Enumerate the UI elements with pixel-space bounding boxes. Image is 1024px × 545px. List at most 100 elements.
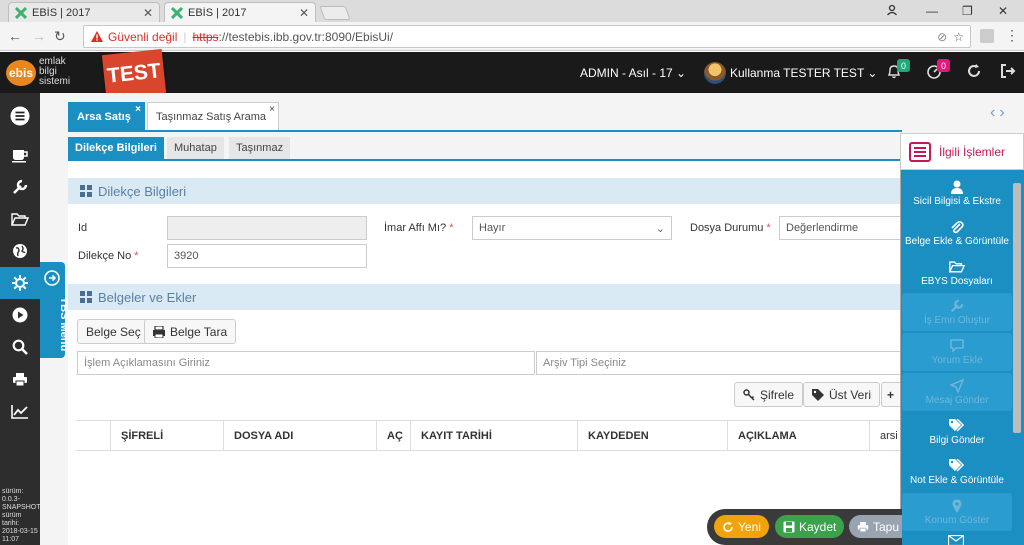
ebis-logo[interactable]: ebis [6,60,36,86]
column-header[interactable]: AÇ [376,420,410,451]
menu-icon[interactable] [0,100,40,132]
imar-affi-select[interactable]: Hayır ⌄ [472,216,672,240]
column-header[interactable]: KAYIT TARİHİ [410,420,577,451]
tab-tasinmaz-satis-arama[interactable]: Taşınmaz Satış Arama × [147,102,279,130]
belge-tara-button[interactable]: Belge Tara [144,319,237,344]
close-icon[interactable]: × [135,104,141,115]
sifrele-button[interactable]: Şifrele [734,382,804,407]
section-title: Dilekçe Bilgileri [98,183,187,199]
tags-icon [949,418,965,433]
panel-scrollbar[interactable] [1013,183,1021,433]
chart-icon[interactable] [0,395,40,427]
column-header[interactable]: arsi [869,420,902,451]
close-icon[interactable]: ✕ [143,6,153,20]
chevron-left-icon[interactable]: ‹ [990,104,999,121]
dosya-durumu-select[interactable]: Değerlendirme [779,216,902,240]
dilekce-no-field[interactable]: 3920 [167,244,367,268]
chevron-down-icon: ⌄ [655,222,665,235]
refresh-icon [722,521,738,533]
notification-badge: 0 [897,59,910,72]
profile-icon[interactable] [886,4,898,16]
related-actions-title: İlgili İşlemler [939,144,1006,159]
coffee-icon[interactable] [0,139,40,171]
menu-icon[interactable] [909,141,931,162]
search-icon[interactable] [0,331,40,363]
action-mesaj-gonder[interactable]: Mesaj Gönder [902,373,1012,411]
tab-scroll-arrows[interactable]: ‹› [990,104,1009,122]
blocked-icon[interactable]: ⊘ [937,30,947,44]
extension-icon[interactable] [980,29,994,43]
column-header[interactable]: KAYDEDEN [577,420,727,451]
related-actions-header[interactable]: İlgili İşlemler [900,133,1024,170]
globe-icon[interactable] [0,235,40,267]
column-header[interactable]: ŞİFRELİ [110,420,223,451]
action-sicil-bilgisi[interactable]: Sicil Bilgisi & Ekstre [902,174,1012,212]
comment-icon [950,338,964,353]
role-dropdown[interactable]: ADMIN - Asıl - 17 ⌄ [580,66,686,80]
belge-sec-button[interactable]: Belge Seç [77,319,150,344]
action-bilgi-gonder[interactable]: Bilgi Gönder [902,413,1012,451]
map-marker-icon [952,498,962,513]
tab-dilekce-bilgileri[interactable]: Dilekçe Bilgileri [68,137,164,159]
key-icon [743,388,760,401]
kaydet-button[interactable]: Kaydet [775,515,845,538]
action-yorum-ekle[interactable]: Yorum Ekle [902,333,1012,371]
browser-tab-title: EBİS | 2017 [188,6,247,19]
action-ebys-dosyalari[interactable]: EBYS Dosyaları [902,254,1012,292]
kebab-menu-icon[interactable]: ⋮ [1005,27,1019,44]
tapu-button[interactable]: Tapu [849,515,902,538]
browser-tab[interactable]: EBİS | 2017 ✕ [8,2,160,22]
arsiv-tipi-select[interactable]: Arşiv Tipi Seçiniz [536,351,902,375]
action-not-ekle[interactable]: Not Ekle & Görüntüle [902,453,1012,491]
url-scheme: https [192,29,219,44]
forward-icon[interactable]: → [32,28,46,44]
send-icon [950,378,964,393]
section-header-dilekce: Dilekçe Bilgileri [68,178,902,204]
star-icon[interactable]: ☆ [953,30,964,44]
islem-aciklama-input[interactable]: İşlem Açıklamasını Giriniz [77,351,535,375]
action-belge-ekle[interactable]: Belge Ekle & Görüntüle [902,214,1012,252]
tab-muhatap[interactable]: Muhatap [167,137,224,159]
id-label: Id [78,222,88,234]
wrench-icon[interactable] [0,171,40,203]
save-icon [783,521,799,533]
play-icon[interactable] [0,299,40,331]
action-is-emri-olustur[interactable]: İş Emri Oluştur [902,293,1012,331]
dosya-durumu-label: Dosya Durumu * [690,222,771,234]
column-header[interactable]: DOSYA ADI [223,420,376,451]
folder-open-icon[interactable] [0,203,40,235]
yeni-button[interactable]: Yeni [714,515,769,538]
add-button[interactable]: + [881,382,902,407]
action-konum-goster[interactable]: Konum Göster [902,493,1012,531]
logout-icon[interactable] [1000,63,1016,79]
imar-affi-label: İmar Affı Mı? * [384,222,454,234]
restore-icon[interactable]: ❐ [962,4,973,18]
envelope-icon[interactable] [948,535,964,545]
url-field[interactable]: Güvenli değil | https ://testebis.ibb.go… [83,25,971,48]
window-close-icon[interactable]: ✕ [998,4,1008,18]
tag-icon [812,388,829,401]
gear-icon[interactable] [0,267,40,299]
close-icon[interactable]: ✕ [299,6,309,20]
browser-tab-active[interactable]: EBİS | 2017 ✕ [164,2,316,22]
back-icon[interactable]: ← [8,28,22,44]
ebis-favicon-icon [171,6,183,19]
reload-icon[interactable]: ↻ [54,28,66,45]
user-dropdown[interactable]: Kullanma TESTER TEST ⌄ [730,66,877,80]
tab-tasinmaz[interactable]: Taşınmaz [229,137,291,159]
print-icon[interactable] [0,363,40,395]
user-icon [951,180,963,194]
id-field[interactable] [167,216,367,240]
tab-arsa-satis[interactable]: Arsa Satış × [68,102,145,130]
minimize-icon[interactable]: — [926,4,938,18]
new-tab-button[interactable] [319,6,351,20]
avatar[interactable] [704,62,726,84]
timer-badge: 0 [937,59,950,72]
column-header[interactable]: AÇIKLAMA [727,420,869,451]
chevron-right-icon[interactable]: › [999,104,1008,121]
paperclip-icon [950,220,964,234]
browser-tab-title: EBİS | 2017 [32,6,91,19]
ust-veri-button[interactable]: Üst Veri [803,382,881,407]
refresh-icon[interactable] [966,63,982,79]
close-icon[interactable]: × [269,104,275,115]
